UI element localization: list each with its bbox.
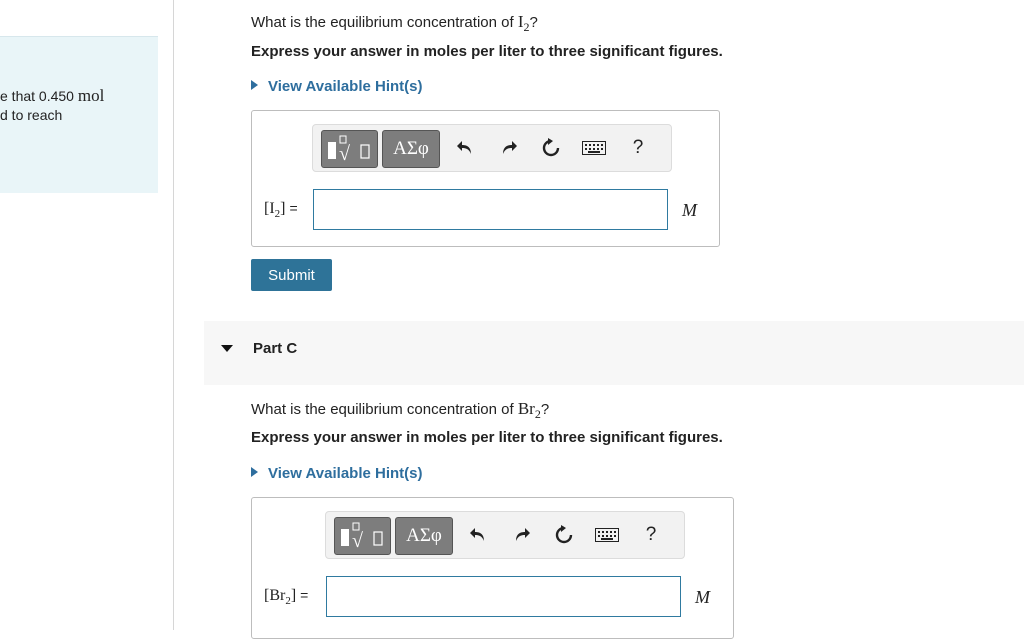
keyboard-icon[interactable] [581,136,607,160]
part-c-instruction: Express your answer in moles per liter t… [251,429,723,446]
part-c-math-toolbar: √ ΑΣφ ? [325,511,685,559]
help-button[interactable]: ? [625,136,651,160]
submit-button[interactable]: Submit [251,259,332,291]
part-c-question: What is the equilibrium concentration of… [251,399,550,421]
part-c-title: Part C [253,340,298,357]
greek-symbols-button[interactable]: ΑΣφ [395,517,453,555]
part-c-unit: M [695,587,710,607]
templates-button[interactable]: √ [334,517,391,555]
reset-icon[interactable] [538,136,564,160]
collapse-caret-icon[interactable] [221,345,233,352]
part-c-variable-label: [Br2] = [264,587,309,608]
expand-triangle-icon [251,80,258,90]
templates-button[interactable]: √ [321,130,378,168]
problem-context-text: e that 0.450 mol d to reach [0,86,158,125]
part-c-header[interactable]: Part C [204,321,1024,385]
reset-icon[interactable] [551,523,577,547]
undo-icon[interactable] [452,136,478,160]
part-c-answer-box: √ ΑΣφ ? [Br2] = M [251,497,734,639]
part-b-question: What is the equilibrium concentration of… [251,12,538,34]
context-line-2: d to reach [0,107,63,123]
undo-icon[interactable] [465,523,491,547]
context-line-1: e that 0.450 [0,88,78,104]
part-b-answer-input[interactable] [313,189,668,230]
redo-icon[interactable] [509,523,535,547]
part-b-unit: M [682,200,697,220]
part-c-answer-input[interactable] [326,576,681,617]
part-b-instruction: Express your answer in moles per liter t… [251,43,723,60]
panel-divider [173,0,174,630]
templates-icon: √ [340,522,383,550]
part-b-variable-label: [I2] = [264,200,298,221]
part-c-hint-link[interactable]: View Available Hint(s) [251,465,423,482]
redo-icon[interactable] [496,136,522,160]
expand-triangle-icon [251,467,258,477]
svg-text:√: √ [339,143,350,163]
part-b-hint-link[interactable]: View Available Hint(s) [251,78,423,95]
context-unit: mol [77,86,105,105]
greek-symbols-button[interactable]: ΑΣφ [382,130,440,168]
part-b-answer-box: √ ΑΣφ ? [I2] = M [251,110,720,247]
keyboard-icon[interactable] [594,523,620,547]
part-b-math-toolbar: √ ΑΣφ ? [312,124,672,172]
templates-icon: √ [327,135,370,163]
svg-text:√: √ [352,530,363,550]
help-button[interactable]: ? [638,523,664,547]
